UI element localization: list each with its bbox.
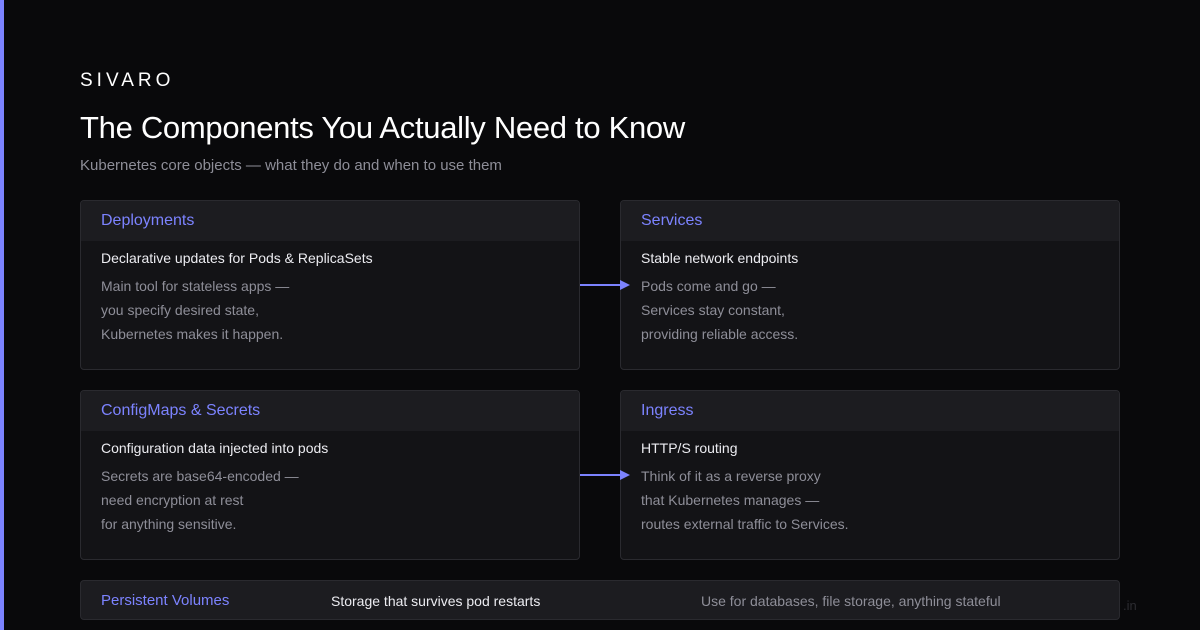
accent-bar (0, 0, 4, 630)
card-lead: Configuration data injected into pods (101, 440, 329, 456)
card-body: Declarative updates for Pods & ReplicaSe… (81, 241, 579, 346)
card-title: Deployments (101, 212, 195, 229)
persistent-volumes-lead: Storage that survives pod restarts (331, 593, 541, 609)
card-line: need encryption at rest (101, 492, 244, 508)
card-header: Services (621, 201, 1119, 241)
card-title: Services (641, 212, 703, 229)
card-title: Ingress (641, 402, 694, 419)
card-header: ConfigMaps & Secrets (81, 391, 579, 431)
card-line: routes external traffic to Services. (641, 516, 849, 532)
card-lead: Stable network endpoints (641, 250, 799, 266)
persistent-volumes-row: Persistent Volumes Storage that survives… (80, 580, 1120, 620)
card-line: Services stay constant, (641, 302, 785, 318)
card-lead: HTTP/S routing (641, 440, 738, 456)
card-body: Stable network endpoints Pods come and g… (621, 241, 1119, 346)
arrow-connector-configmaps-ingress (580, 470, 630, 480)
card-body: Configuration data injected into pods Se… (81, 431, 579, 536)
watermark: .in (1123, 598, 1137, 613)
card-line: Main tool for stateless apps — (101, 278, 290, 294)
arrow-connector-deployments-services (580, 280, 630, 290)
card-lead: Declarative updates for Pods & ReplicaSe… (101, 250, 373, 266)
card-body: HTTP/S routing Think of it as a reverse … (621, 431, 1119, 536)
card-line: Secrets are base64-encoded — (101, 468, 299, 484)
page-subtitle: Kubernetes core objects — what they do a… (80, 157, 502, 174)
card-services: Services Stable network endpoints Pods c… (620, 200, 1120, 370)
card-header: Ingress (621, 391, 1119, 431)
page-title: The Components You Actually Need to Know (80, 110, 685, 145)
card-line: you specify desired state, (101, 302, 259, 318)
brand-logo: SIVARO (80, 70, 175, 91)
card-title: ConfigMaps & Secrets (101, 402, 261, 419)
card-deployments: Deployments Declarative updates for Pods… (80, 200, 580, 370)
card-configmaps-secrets: ConfigMaps & Secrets Configuration data … (80, 390, 580, 560)
card-line: that Kubernetes manages — (641, 492, 820, 508)
card-line: Kubernetes makes it happen. (101, 326, 284, 342)
card-line: Think of it as a reverse proxy (641, 468, 821, 484)
persistent-volumes-title: Persistent Volumes (101, 592, 230, 609)
card-ingress: Ingress HTTP/S routing Think of it as a … (620, 390, 1120, 560)
card-line: providing reliable access. (641, 326, 799, 342)
persistent-volumes-note: Use for databases, file storage, anythin… (701, 593, 1001, 609)
card-line: Pods come and go — (641, 278, 776, 294)
card-line: for anything sensitive. (101, 516, 237, 532)
card-header: Deployments (81, 201, 579, 241)
